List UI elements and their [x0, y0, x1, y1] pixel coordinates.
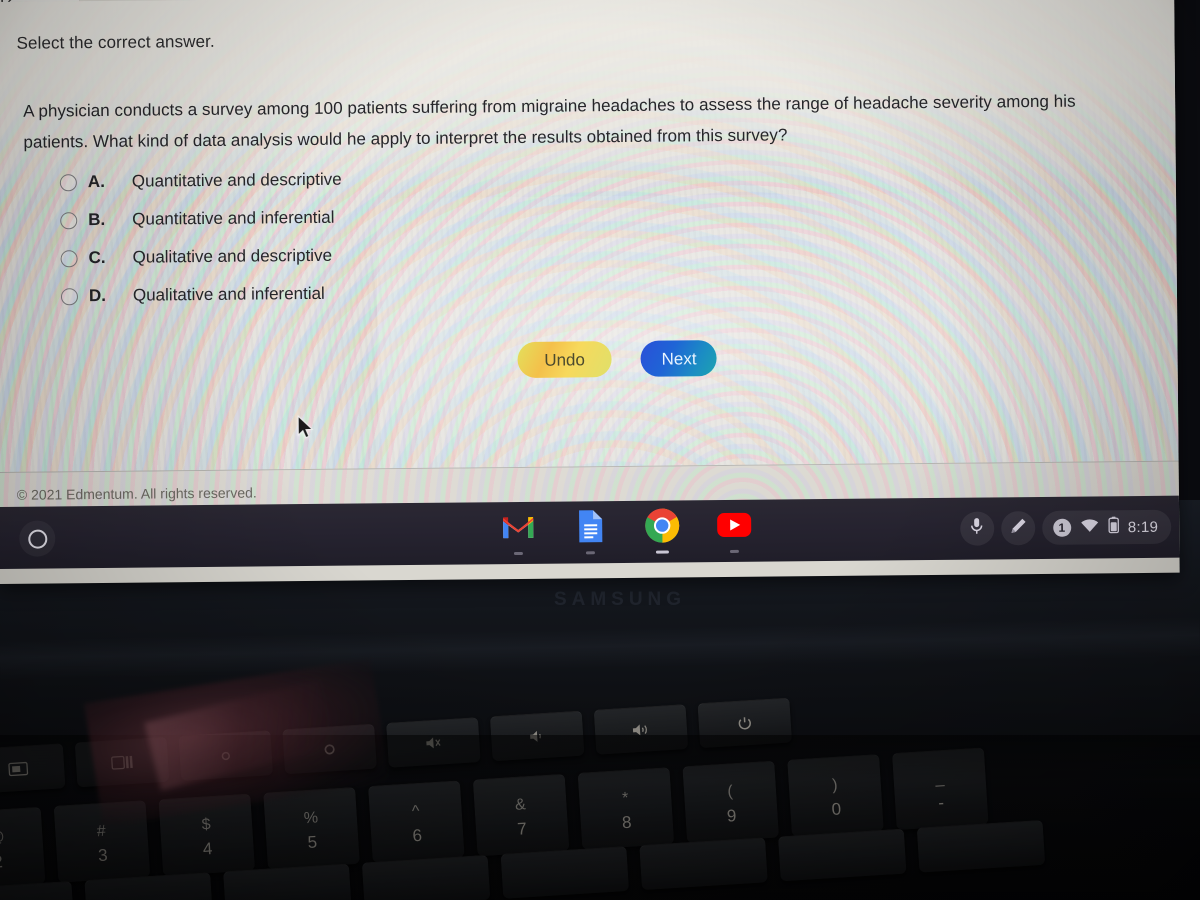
shelf-item-google-docs[interactable]: [571, 509, 609, 555]
key-power[interactable]: [697, 697, 793, 749]
quiz-page: Select the correct answer. A physician c…: [0, 0, 1180, 559]
key-upper-glyph: *: [621, 789, 629, 807]
key-lower-glyph: 5: [307, 831, 318, 852]
shelf-item-youtube[interactable]: [715, 508, 753, 553]
key-row3-8[interactable]: [916, 819, 1046, 873]
key-minus[interactable]: _ -: [891, 747, 989, 830]
key-2[interactable]: @2: [0, 806, 46, 890]
chrome-icon: [644, 507, 680, 548]
answer-option-b[interactable]: B. Quantitative and inferential: [60, 199, 342, 240]
shelf-app-list: [499, 507, 753, 556]
option-label: Quantitative and inferential: [132, 207, 335, 229]
option-letter: C.: [88, 247, 106, 268]
key-row3-4[interactable]: [361, 854, 491, 900]
shelf-item-gmail[interactable]: [499, 510, 537, 556]
option-letter: D.: [88, 285, 107, 306]
quiz-action-buttons: Undo Next: [517, 340, 718, 378]
chromebook-screen: 12 Select the correct answer. A physicia…: [0, 0, 1180, 584]
instruction-text: Select the correct answer.: [16, 31, 215, 53]
option-letter: B.: [88, 209, 106, 230]
stylus-pen-icon: [1009, 517, 1027, 540]
wifi-icon: [1080, 518, 1099, 537]
next-button[interactable]: Next: [640, 340, 718, 377]
answer-option-c[interactable]: C. Qualitative and descriptive: [60, 237, 342, 278]
shelf-running-indicator: [729, 549, 739, 553]
launcher-circle-icon: [27, 529, 47, 549]
key-row3-6[interactable]: [639, 837, 768, 891]
key-upper-glyph: ^: [411, 802, 420, 820]
radio-button-icon[interactable]: [60, 287, 79, 305]
shelf-running-indicator: [585, 551, 595, 555]
mouse-cursor-icon: [296, 414, 316, 446]
key-0[interactable]: ) 0: [787, 753, 884, 837]
stylus-button[interactable]: [1000, 511, 1035, 546]
option-label: Qualitative and inferential: [132, 283, 325, 305]
key-lower-glyph: 7: [516, 818, 528, 839]
notification-count-badge: 1: [1052, 518, 1071, 537]
key-upper-glyph: %: [303, 808, 319, 827]
answer-options-list: A. Quantitative and descriptive B. Quant…: [59, 161, 343, 316]
device-brand-label: SAMSUNG: [553, 589, 687, 610]
key-row3-5[interactable]: [500, 846, 630, 899]
key-upper-glyph: _: [934, 769, 945, 787]
key-upper-glyph: (: [726, 782, 734, 801]
radio-button-icon[interactable]: [59, 173, 77, 191]
key-lower-glyph: 0: [831, 798, 842, 819]
shelf-running-indicator: [655, 550, 669, 554]
key-lower-glyph: 8: [621, 812, 633, 832]
google-docs-icon: [576, 509, 604, 548]
key-upper-glyph: @: [0, 828, 6, 847]
gmail-icon: [501, 513, 535, 544]
key-row3-1[interactable]: [0, 880, 75, 900]
status-tray-button[interactable]: 1 8:19: [1041, 509, 1172, 545]
system-tray: 1 8:19: [959, 509, 1172, 546]
key-upper-glyph: &: [514, 795, 527, 814]
chromeos-shelf: 1 8:19: [0, 495, 1180, 569]
key-lower-glyph: 4: [202, 838, 213, 859]
question-text: A physician conducts a survey among 100 …: [23, 91, 1076, 152]
option-label: Quantitative and descriptive: [131, 169, 342, 191]
key-volume-down[interactable]: [489, 710, 585, 762]
key-7[interactable]: & 7: [472, 773, 570, 857]
photo-of-chromebook: SAMSUNG 12 Select the correct answer. A …: [0, 0, 1200, 900]
microphone-button[interactable]: [959, 511, 994, 546]
undo-button[interactable]: Undo: [517, 341, 612, 378]
key-upper-glyph: ): [831, 776, 839, 794]
microphone-icon: [969, 517, 984, 541]
key-lower-glyph: 6: [411, 825, 423, 845]
copyright-text: © 2021 Edmentum. All rights reserved.: [16, 484, 257, 503]
key-fullscreen[interactable]: [0, 743, 66, 794]
key-6[interactable]: ^ 6: [367, 780, 465, 863]
youtube-icon: [716, 511, 752, 542]
key-lower-glyph: 2: [0, 851, 4, 872]
quiz-content: Select the correct answer. A physician c…: [0, 0, 1179, 472]
battery-icon: [1108, 516, 1119, 538]
radio-button-icon[interactable]: [60, 249, 78, 267]
clock-label: 8:19: [1127, 518, 1159, 536]
key-8[interactable]: * 8: [577, 767, 675, 850]
radio-button-icon[interactable]: [60, 211, 78, 229]
key-lower-glyph: 9: [726, 805, 737, 826]
key-lower-glyph: -: [937, 792, 945, 812]
key-upper-glyph: $: [201, 815, 212, 834]
key-row3-7[interactable]: [777, 828, 907, 882]
key-volume-up[interactable]: [593, 704, 689, 755]
shelf-item-chrome[interactable]: [643, 507, 681, 554]
option-letter: A.: [87, 171, 105, 192]
launcher-button[interactable]: [19, 520, 56, 557]
key-9[interactable]: (9: [682, 760, 780, 844]
option-label: Qualitative and descriptive: [132, 245, 333, 267]
answer-option-d[interactable]: D. Qualitative and inferential: [60, 275, 343, 316]
shelf-running-indicator: [513, 551, 523, 556]
key-lower-glyph: 3: [97, 845, 109, 865]
key-mute[interactable]: [386, 717, 481, 768]
answer-option-a[interactable]: A. Quantitative and descriptive: [59, 161, 342, 202]
